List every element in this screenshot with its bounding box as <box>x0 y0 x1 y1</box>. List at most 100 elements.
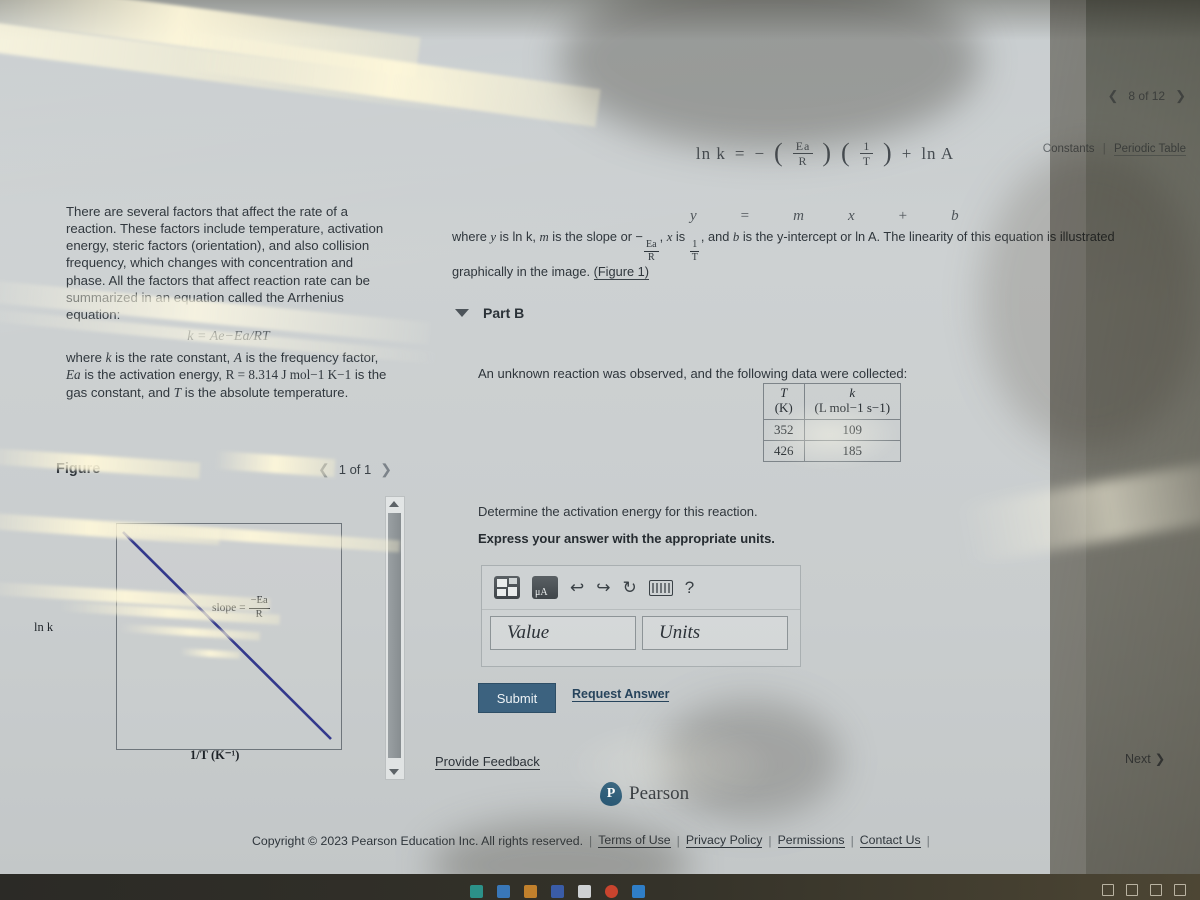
tray-icon[interactable] <box>1126 884 1138 896</box>
redo-arrow-icon[interactable]: ↪ <box>596 579 610 596</box>
taskbar-app-icon[interactable] <box>497 885 510 898</box>
gas-constant-value: R = 8.314 J mol−1 K−1 <box>225 367 352 383</box>
intro-after-2: is the rate constant, <box>111 350 234 366</box>
where-frac1-num: Ea <box>644 238 659 252</box>
eq-frac1-den: R <box>798 154 808 168</box>
determine-instruction: Determine the activation energy for this… <box>478 504 758 519</box>
table-row: 352 109 <box>763 418 902 441</box>
pearson-logo: P Pearson <box>600 782 689 806</box>
contact-us-link[interactable]: Contact Us <box>859 833 921 848</box>
part-b-header[interactable]: Part B <box>455 305 524 321</box>
eq-fraction-ea-r: Ea R <box>792 140 814 168</box>
figure-next-chevron-right-icon[interactable]: ❯ <box>380 461 392 478</box>
footer-divider: | <box>676 833 680 848</box>
where-explanation: where y is ln k, m is the slope or − Ea R,… <box>452 228 1142 281</box>
tray-icon[interactable] <box>1102 884 1114 896</box>
units-input[interactable]: Units <box>642 616 788 650</box>
pearson-brand-name: Pearson <box>629 783 690 804</box>
permissions-link[interactable]: Permissions <box>777 833 845 848</box>
taskbar-app-icon[interactable] <box>551 885 564 898</box>
eq-plus: + <box>901 143 913 163</box>
footer-copyright: Copyright © 2023 Pearson Education Inc. … <box>252 833 930 848</box>
symbol-A: A <box>233 350 242 366</box>
figure-1-link[interactable]: (Figure 1) <box>593 263 650 280</box>
right-bezel-shadow <box>1050 0 1200 878</box>
th-k-units: (L mol−1 s−1) <box>814 399 891 415</box>
taskbar-app-icon[interactable] <box>524 885 537 898</box>
cell-T-0: 352 <box>763 418 805 441</box>
ymxb-m: m <box>793 208 804 224</box>
eq-fraction-1-t: 1 T <box>860 140 874 167</box>
privacy-policy-link[interactable]: Privacy Policy <box>685 833 763 848</box>
column-header-rate-constant: k (L mol−1 s−1) <box>803 383 902 420</box>
table-header-row: T (K) k (L mol−1 s−1) <box>763 383 902 420</box>
close-paren-1: ) <box>822 138 833 168</box>
pearson-mark-icon: P <box>600 782 622 806</box>
where-5: is <box>672 229 689 244</box>
taskbar-app-icon[interactable] <box>578 885 591 898</box>
ymxb-equals: = <box>740 208 750 224</box>
eq-frac1-num: Ea <box>792 140 814 154</box>
scroll-up-arrow-icon[interactable] <box>389 501 399 507</box>
intro-after-1: where <box>66 350 106 366</box>
request-answer-link[interactable]: Request Answer <box>572 687 670 702</box>
footer-divider: | <box>926 833 930 848</box>
scroll-down-arrow-icon[interactable] <box>389 769 399 775</box>
where-2: is ln k, <box>496 229 540 244</box>
footer-divider: | <box>768 833 772 848</box>
keyboard-icon[interactable] <box>648 579 673 596</box>
figure-prev-chevron-left-icon[interactable]: ❮ <box>318 461 330 478</box>
tray-icon[interactable] <box>1174 884 1186 896</box>
answer-toolbar: μA ↩ ↪ ↻ ? <box>482 566 800 610</box>
taskbar-app-icon[interactable] <box>605 885 618 898</box>
cell-k-0: 109 <box>803 418 902 441</box>
eq-equals: = <box>734 143 746 163</box>
intro-paragraph: There are several factors that affect th… <box>66 204 384 322</box>
where-frac-1-t: 1T <box>690 238 700 263</box>
template-block-b <box>509 578 517 584</box>
open-paren-1: ( <box>774 138 784 168</box>
figure-scrollbar[interactable] <box>385 496 405 780</box>
scrollbar-thumb[interactable] <box>388 513 401 758</box>
th-k: k <box>849 385 856 400</box>
problem-intro-text: There are several factors that affect th… <box>66 203 391 401</box>
reset-circular-arrow-icon[interactable]: ↻ <box>623 579 637 596</box>
footer-divider: | <box>589 833 593 848</box>
question-mark-help-icon[interactable]: ? <box>685 579 694 596</box>
mastering-chemistry-app: ❮ 8 of 12 ❯ Constants | Periodic Table T… <box>0 0 1200 900</box>
open-paren-2: ( <box>841 138 851 168</box>
arrhenius-plot <box>116 523 342 750</box>
data-table: T (K) k (L mol−1 s−1) 352 109 426 185 <box>763 383 902 462</box>
undo-arrow-icon[interactable]: ↩ <box>570 579 584 596</box>
where-frac2-den: T <box>691 251 698 263</box>
plot-y-axis-label: ln k <box>34 620 54 634</box>
submit-button[interactable]: Submit <box>478 683 556 713</box>
taskbar-app-icon[interactable] <box>632 885 645 898</box>
os-taskbar <box>0 874 1200 900</box>
eq-ln-A: ln A <box>921 143 955 163</box>
cell-k-1: 185 <box>803 439 902 462</box>
value-input[interactable]: Value <box>490 616 636 650</box>
taskbar-system-tray <box>1102 884 1186 896</box>
taskbar-app-icon[interactable] <box>470 885 483 898</box>
terms-of-use-link[interactable]: Terms of Use <box>598 833 671 848</box>
part-b-label: Part B <box>483 305 525 321</box>
ymxb-y: y <box>690 208 697 224</box>
intro-after-6: is the absolute temperature. <box>181 384 349 400</box>
eq-frac2-num: 1 <box>860 140 874 154</box>
photo-of-screen: ❮ 8 of 12 ❯ Constants | Periodic Table T… <box>0 0 1200 900</box>
taskbar-icons <box>470 885 645 898</box>
slope-intercept-form: y = m x + b <box>690 208 959 225</box>
arrhenius-equation: k = Ae−Ea/RT <box>187 329 270 345</box>
math-templates-icon[interactable] <box>494 576 520 599</box>
where-frac2-num: 1 <box>690 238 700 252</box>
provide-feedback-link[interactable]: Provide Feedback <box>435 754 540 770</box>
triangle-down-icon[interactable] <box>455 309 469 317</box>
tray-icon[interactable] <box>1150 884 1162 896</box>
figure-counter: 1 of 1 <box>338 462 372 477</box>
greek-symbols-icon[interactable]: μA <box>532 576 558 599</box>
figure-title: Figure <box>56 461 101 477</box>
footer-divider: | <box>850 833 854 848</box>
slope-denominator: R <box>255 608 263 620</box>
template-block-c <box>497 589 506 596</box>
